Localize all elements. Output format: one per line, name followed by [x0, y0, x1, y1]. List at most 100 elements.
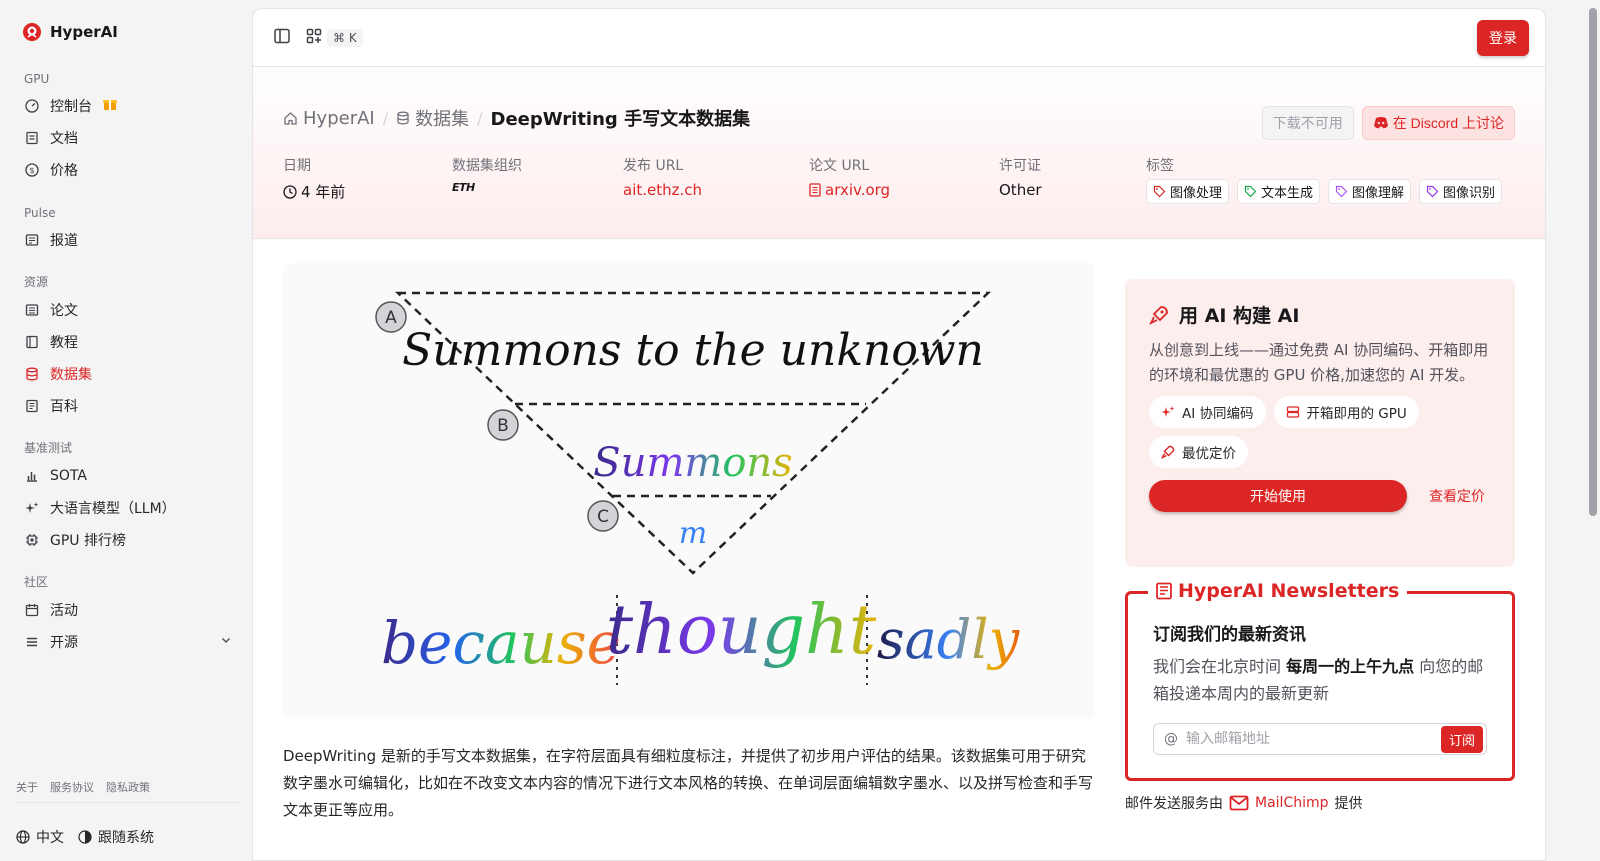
mailchimp-link[interactable]: MailChimp [1229, 795, 1329, 811]
sparkle-icon [24, 500, 40, 516]
promo-actions: 开始使用 查看定价 [1149, 480, 1491, 512]
footer-link-about[interactable]: 关于 [16, 779, 38, 795]
sidebar: HyperAI GPU 控制台 文档 $ 价格 Pulse 报道 资源 论文 教… [0, 0, 256, 861]
login-button[interactable]: 登录 [1477, 19, 1529, 56]
tag-icon [1426, 185, 1439, 198]
view-pricing-link[interactable]: 查看定价 [1429, 486, 1485, 506]
tag-label: 文本生成 [1261, 186, 1314, 201]
meta-label: 标签 [1146, 158, 1174, 174]
sidebar-item-opensource[interactable]: 开源 [16, 626, 240, 658]
dataset-meta: 日期 4 年前 数据集组织 ETH 发布 URL ait.ethz.ch 论文 … [283, 155, 1515, 205]
label-b: B [487, 409, 519, 441]
download-button[interactable]: 下载不可用 [1261, 106, 1354, 140]
header-actions: 下载不可用 在 Discord 上讨论 [1261, 106, 1515, 140]
newsletter-heading: 订阅我们的最新资讯 [1153, 625, 1306, 645]
home-icon [284, 111, 297, 125]
at-sign-icon: @ [1164, 731, 1178, 747]
list-icon [24, 634, 40, 650]
mail-service-note: 邮件发送服务由 MailChimp 提供 [1125, 793, 1515, 813]
scrollbar[interactable] [1586, 0, 1600, 861]
sidebar-item-docs[interactable]: 文档 [16, 122, 240, 154]
hyperai-logo-icon [23, 23, 41, 41]
tag-list: 图像处理 文本生成 图像理解 图像识别 [1146, 179, 1503, 204]
get-started-button[interactable]: 开始使用 [1149, 480, 1407, 512]
sidebar-item-papers[interactable]: 论文 [16, 294, 240, 326]
theme-switcher[interactable]: 跟随系统 [78, 827, 154, 847]
tag-icon [1153, 185, 1166, 198]
tag[interactable]: 图像处理 [1146, 179, 1230, 204]
sidebar-item-wiki[interactable]: 百科 [16, 390, 240, 422]
mail-icon [1229, 795, 1249, 811]
news-icon [24, 232, 40, 248]
chip-pricing: 最优定价 [1149, 436, 1248, 468]
newsletter-text: 我们会在北京时间 每周一的上午九点 向您的邮箱投递本周内的最新更新 [1153, 653, 1487, 707]
handwriting-line-c: m [679, 516, 707, 551]
svg-text:C: C [597, 507, 609, 527]
discord-button[interactable]: 在 Discord 上讨论 [1361, 106, 1515, 140]
wiki-icon [24, 398, 40, 414]
footer-link-terms[interactable]: 服务协议 [50, 779, 94, 795]
sidebar-toggle-icon[interactable] [273, 27, 291, 49]
chip-label: 最优定价 [1182, 446, 1236, 462]
sidebar-item-gpu-ranking[interactable]: GPU 排行榜 [16, 524, 240, 556]
paper-url-link[interactable]: arxiv.org [809, 181, 890, 199]
sidebar-item-news[interactable]: 报道 [16, 224, 240, 256]
right-column: 用 AI 构建 AI 从创意到上线——通过免费 AI 协同编码、开箱即用的环境和… [1125, 279, 1515, 813]
apps-icon[interactable] [305, 27, 323, 49]
meta-label: 论文 URL [809, 158, 870, 174]
release-url-link[interactable]: ait.ethz.ch [623, 181, 702, 199]
sidebar-item-label: 价格 [50, 163, 78, 179]
sidebar-item-tutorials[interactable]: 教程 [16, 326, 240, 358]
tag[interactable]: 图像识别 [1419, 179, 1503, 204]
sidebar-item-label: 大语言模型（LLM） [50, 501, 176, 517]
chevron-down-icon[interactable] [220, 634, 232, 650]
sidebar-item-events[interactable]: 活动 [16, 594, 240, 626]
sidebar-item-pricing[interactable]: $ 价格 [16, 154, 240, 186]
brand[interactable]: HyperAI [16, 0, 240, 64]
sidebar-item-label: 百科 [50, 399, 78, 415]
section-title-benchmarks: 基准测试 [24, 441, 73, 455]
sidebar-item-datasets[interactable]: 数据集 [16, 358, 240, 390]
handwriting-word-sadly: sadly [877, 608, 1021, 671]
mail-note-pre: 邮件发送服务由 [1125, 796, 1223, 812]
sidebar-item-label: 教程 [50, 335, 78, 351]
dataset-header: HyperAI / 数据集 / DeepWriting 手写文本数据集 下载不可… [253, 67, 1545, 239]
eth-logo: ETH [452, 181, 475, 194]
breadcrumb-datasets[interactable]: 数据集 [396, 105, 469, 131]
sidebar-item-console[interactable]: 控制台 [16, 90, 240, 122]
sidebar-item-sota[interactable]: SOTA [16, 460, 240, 492]
meta-label: 发布 URL [623, 158, 684, 174]
chip-label: AI 协同编码 [1182, 406, 1254, 422]
mail-note-post: 提供 [1334, 796, 1363, 812]
newspaper-icon [1156, 582, 1172, 600]
tag-label: 图像理解 [1352, 186, 1405, 201]
tag-icon [1244, 185, 1257, 198]
sidebar-item-llm[interactable]: 大语言模型（LLM） [16, 492, 240, 524]
brand-name: HyperAI [50, 23, 118, 41]
footer-settings: 中文 跟随系统 [16, 827, 154, 847]
scrollbar-thumb[interactable] [1589, 8, 1597, 516]
subscribe-button[interactable]: 订阅 [1440, 725, 1483, 753]
language-switcher[interactable]: 中文 [16, 827, 64, 847]
rocket-icon [1161, 445, 1175, 459]
paper-url-label: arxiv.org [825, 181, 891, 199]
meta-label: 日期 [283, 158, 311, 174]
chip-label: 开箱即用的 GPU [1306, 406, 1407, 422]
footer-link-privacy[interactable]: 隐私政策 [106, 779, 150, 795]
breadcrumb-home-label: HyperAI [303, 107, 375, 129]
svg-text:A: A [385, 308, 397, 328]
handwriting-word-because: because [381, 609, 621, 677]
handwriting-line-a: Summons to the unknown [402, 325, 984, 376]
sidebar-item-label: GPU 排行榜 [50, 533, 126, 549]
sidebar-item-label: 论文 [50, 303, 78, 319]
email-input[interactable] [1186, 731, 1433, 747]
meta-tags: 标签 图像处理 文本生成 图像理解 图像识别 [1146, 155, 1503, 204]
sidebar-item-label: SOTA [50, 468, 87, 484]
tag[interactable]: 图像理解 [1328, 179, 1412, 204]
tag[interactable]: 文本生成 [1237, 179, 1321, 204]
meta-org: 数据集组织 ETH [452, 155, 522, 194]
main-panel: ⌘ K 登录 HyperAI / 数据集 / DeepWriting 手写文本数… [252, 8, 1546, 861]
meta-release-url: 发布 URL ait.ethz.ch [623, 155, 702, 199]
theme-label: 跟随系统 [98, 830, 154, 846]
breadcrumb-home[interactable]: HyperAI [283, 108, 375, 129]
